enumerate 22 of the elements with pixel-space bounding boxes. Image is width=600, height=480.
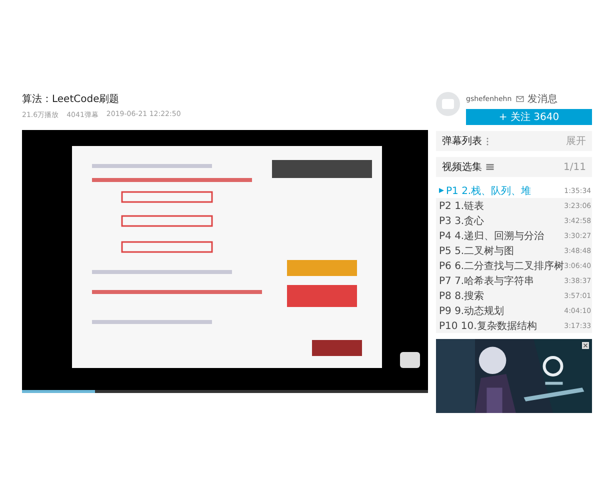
list-icon[interactable] bbox=[486, 164, 494, 170]
panel-title: 视频选集 bbox=[442, 160, 482, 174]
video-title: 算法：LeetCode刷题 bbox=[22, 92, 120, 106]
episode-title: P1 2.栈、队列、堆 bbox=[446, 184, 532, 198]
episode-title: P4 4.递归、回溯与分治 bbox=[439, 230, 544, 242]
message-link[interactable]: 发消息 bbox=[528, 92, 558, 106]
episode-count: 1/11 bbox=[564, 162, 586, 172]
danmaku-panel[interactable]: 弹幕列表 展开 bbox=[436, 131, 592, 151]
more-icon[interactable] bbox=[486, 136, 489, 146]
panel-title: 弹幕列表 bbox=[442, 134, 482, 148]
episode-title: P9 9.动态规划 bbox=[439, 304, 504, 318]
episode-title: P3 3.贪心 bbox=[439, 214, 484, 228]
episode-title: P6 6.二分查找与二叉排序树 bbox=[439, 260, 564, 272]
episode-title: P7 7.哈希表与字符串 bbox=[439, 274, 534, 288]
play-icon bbox=[439, 188, 444, 193]
episode-title: P8 8.搜索 bbox=[439, 290, 484, 302]
progress-bar[interactable] bbox=[22, 390, 428, 393]
close-icon[interactable] bbox=[582, 342, 589, 349]
episode-title: P2 1.链表 bbox=[439, 200, 484, 212]
mail-icon bbox=[516, 96, 524, 102]
episode-title: P10 10.复杂数据结构 bbox=[439, 320, 537, 332]
episode-title: P5 5.二叉树与图 bbox=[439, 244, 514, 258]
